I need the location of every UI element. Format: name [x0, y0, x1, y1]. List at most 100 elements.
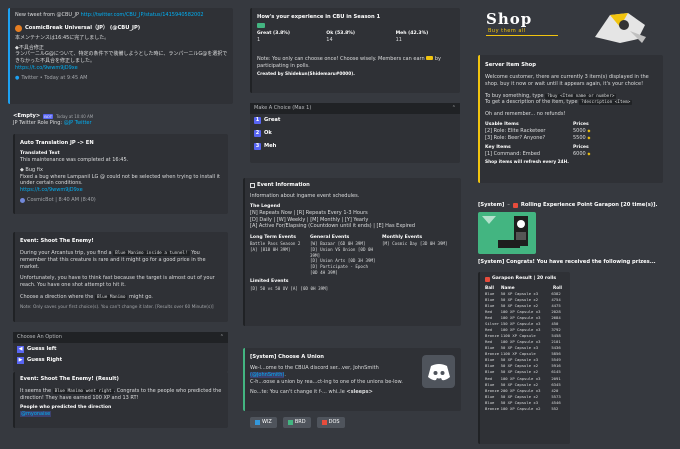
shop-tagline: Buy them all	[488, 28, 526, 34]
garapon-roll: 552	[551, 405, 559, 411]
tweet-author[interactable]: CosmicBreak Universal（JP） (@CBU_JP)	[25, 25, 140, 32]
option-guess-left-label: Guess left	[27, 345, 57, 352]
shoot-p3-text: Choose a direction where the	[20, 293, 95, 300]
union-button-dos[interactable]: DOS	[316, 417, 345, 428]
message-time: Today at 10:40 AM	[56, 113, 94, 119]
union-button-brd[interactable]: BRD	[282, 417, 311, 428]
item-price: 6000	[573, 150, 586, 157]
shoot-paragraph-1: During your Arcantus trip, you find a Bl…	[20, 250, 223, 270]
poll-col3-votes: 11	[395, 37, 402, 44]
general-event: [D] Participate - Epoch [0D 4H 39M]	[310, 264, 368, 275]
tweet-header-link[interactable]: http://twitter.com/CBU_JP/status/1415940…	[81, 12, 204, 18]
shoot-result-text: It seems the Blue Manimo went right. Con…	[20, 388, 223, 402]
bot-tag: BOT	[43, 113, 54, 120]
shoot-paragraph-3: Choose a direction where the Blue Manimo…	[20, 294, 223, 301]
union-line-2: C-h...oose a union by rea...ct-ing to on…	[250, 378, 403, 385]
legend-line-3: [A] Active For/Elapsing (Countdown until…	[250, 223, 416, 230]
make-choice-select[interactable]: Make A Choice (Max 1) ⌃	[250, 103, 460, 114]
shoot-p3-code: Blue Manimo	[94, 294, 128, 300]
event-info-title: Event Information	[257, 182, 310, 188]
tweet-header-prefix: New tweet from @CBU_JP	[15, 12, 81, 18]
slot-machine-icon	[512, 203, 518, 208]
gacha-header: [System] – Rolling Experience Point Gara…	[478, 202, 658, 209]
choice-great[interactable]: 1 Great	[250, 114, 460, 127]
discord-logo-icon	[422, 355, 455, 388]
tweet-footer: Twitter • Today at 9:45 AM	[21, 74, 88, 81]
chevron-up-icon: ⌃	[219, 334, 224, 340]
shop-desc-instruction: To get a description of the item, type ?…	[485, 99, 658, 106]
translation-line-1: This maintenance was completed at 16:45.	[20, 157, 129, 164]
union-button-dos-label: DOS	[328, 419, 340, 425]
translation-line-2: ◆ Bug fix	[20, 166, 43, 173]
choose-option-menu: Choose An Option ⌃ ◀ Guess left ▶ Guess …	[13, 332, 228, 372]
poll-embed: How's your experience in CBU in Season 1…	[250, 8, 460, 93]
make-choice-menu: Make A Choice (Max 1) ⌃ 1 Great 2 Ok 3 M…	[250, 103, 460, 163]
union-line-3: No...te: You can't change it f-... whi..…	[250, 389, 456, 396]
event-info-desc: Information about ingame event schedules…	[250, 193, 360, 200]
arrow-left-icon: ◀	[17, 345, 24, 353]
choose-option-select[interactable]: Choose An Option ⌃	[13, 332, 228, 343]
translation-link[interactable]: https://t.co/9wwm9jD9xe	[20, 187, 223, 194]
garapon-name: 100 XP Capsule x2	[500, 405, 541, 411]
wiz-emblem-icon	[255, 419, 260, 425]
union-button-wiz-label: WIZ	[262, 419, 272, 425]
shop-mascot-image	[590, 7, 650, 45]
choice-great-label: Great	[264, 116, 281, 123]
shoot-p1-text: During your Arcantus trip, you find a	[20, 250, 114, 257]
empty-message: <Empty> BOT Today at 10:40 AM JP Twitter…	[13, 113, 233, 127]
poll-created-by: Created by Shidekun(Shidemaru#0000).	[257, 72, 355, 78]
prices-header: Prices	[573, 144, 589, 150]
legend-line-2: [D] Daily | [W] Weekly | [M] Monthly | […	[250, 216, 369, 223]
option-guess-left[interactable]: ◀ Guess left	[13, 343, 228, 356]
shop-buy-instruction: To buy something, type ?buy <Item name o…	[485, 93, 658, 100]
legend-line-1: [N] Repeats Now | [R] Repeats Every 1-3 …	[250, 209, 368, 216]
item-name: [3] Role: Beer? Anyone?	[485, 134, 546, 141]
option-guess-right[interactable]: ▶ Guess Right	[13, 356, 228, 365]
key-header: Key Items	[485, 144, 511, 150]
monthly-events: [M] Cosmic Day [3D 0H 39M]	[382, 241, 448, 247]
make-choice-title: Make A Choice (Max 1)	[254, 105, 312, 111]
author-avatar	[15, 24, 22, 32]
user-mention[interactable]: (@JohnSmith)	[250, 371, 285, 378]
garapon-result-embed: Garapon Result | 20 rolls Ball Name Roll…	[478, 272, 570, 444]
shoot-p3-text-b: might go.	[127, 293, 153, 300]
shoot-note: Note: Only saves your first choice(s). Y…	[20, 304, 214, 310]
union-button-wiz[interactable]: WIZ	[250, 417, 277, 428]
garapon-rows: Blue 50 XP Capsule x3 6382 Blue 50 XP Capsul…	[485, 291, 565, 412]
ping-role-mention[interactable]: @JP Twitter	[64, 120, 92, 126]
number-1-icon: 1	[254, 116, 261, 124]
translation-title: Auto Translation JP -> EN	[20, 140, 94, 146]
ping-prefix: JP Twitter Role Ping:	[13, 120, 64, 127]
rt-coin-icon: ◆	[587, 134, 591, 140]
poll-col2-votes: 14	[326, 37, 333, 44]
event-info-embed: Event Information Information about inga…	[243, 178, 461, 326]
dos-emblem-icon	[321, 419, 327, 425]
shop-item-row: [2] Role: Elite Racketeer 5000 ◆	[485, 128, 658, 135]
shop-refresh-note: Shop items will refresh every 24H.	[485, 160, 569, 166]
dash-icon: –	[507, 202, 510, 209]
translation-line-3: Fixed a bug where Lampanil LG @ could no…	[20, 173, 220, 187]
gacha-header-text: Rolling Experience Point Garapon [20 tim…	[520, 202, 658, 208]
shop-welcome: Welcome customer, there are currently 3 …	[485, 74, 649, 87]
tweet-link[interactable]: https://t.co/9wwm9jD9xe	[15, 65, 228, 72]
tweet-line-1: 本メンテナンスは16:45に完了しました。	[15, 34, 110, 41]
long-term-events: Battle Pass Season 2 [A] [818 0H 39M]	[250, 241, 301, 253]
bot-username[interactable]: <Empty>	[13, 113, 40, 120]
result-code: Blue Manimo went right	[52, 389, 114, 395]
poll-title: How's your experience in CBU in Season 1	[257, 14, 381, 20]
result-text-a: It seems the	[20, 388, 53, 395]
choice-meh[interactable]: 3 Meh	[250, 140, 460, 153]
choice-ok[interactable]: 2 Ok	[250, 127, 460, 140]
shoot-title: Event: Shoot The Enemy!	[20, 238, 94, 244]
buy-text: To buy something, type	[485, 92, 546, 99]
number-3-icon: 3	[254, 142, 261, 150]
union-line-1: We-l...ome to the CBUA discord ser...ver…	[250, 365, 415, 379]
winner-mention[interactable]: @myonaise	[20, 410, 52, 417]
translation-embed: Auto Translation JP -> EN Translated Tex…	[13, 134, 228, 214]
limited-events: [D] 50 vs 50 UV [A] [0D 0H 39M]	[250, 285, 329, 291]
choose-option-title: Choose An Option	[17, 334, 62, 340]
buy-code: ?buy <Item name or number>	[545, 93, 617, 99]
rt-coin-icon: ◆	[587, 128, 591, 134]
shop-item-row: [1] Command: Embed 6000 ◆	[485, 151, 658, 158]
prizes-received: [System] Congrats! You have received the…	[478, 259, 656, 265]
